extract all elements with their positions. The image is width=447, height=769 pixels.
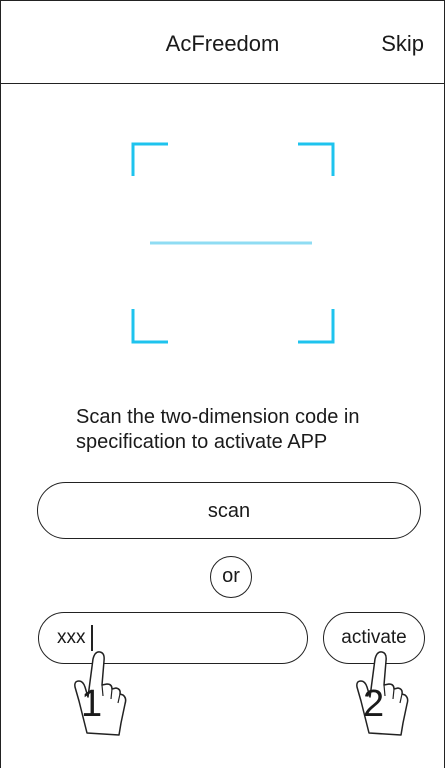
step-number-1: 1 xyxy=(81,683,103,725)
instruction-text: Scan the two-dimension code in specifica… xyxy=(76,406,360,453)
corner-bottom-left xyxy=(131,309,168,344)
corner-top-left xyxy=(131,142,168,176)
qr-scanner-frame xyxy=(131,142,335,344)
or-divider: or xyxy=(210,556,252,598)
scan-button[interactable]: scan xyxy=(37,482,421,539)
activation-screen: AcFreedom Skip Scan the two-dimension co… xyxy=(0,0,445,768)
corner-bottom-right xyxy=(298,309,335,344)
step-number-2: 2 xyxy=(363,683,385,725)
corner-top-right xyxy=(298,142,335,176)
